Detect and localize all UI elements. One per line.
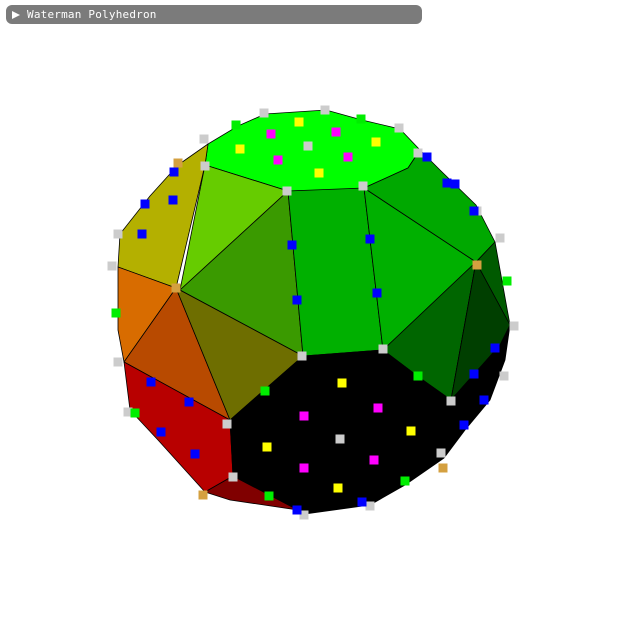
vertex-marker-blue xyxy=(459,420,469,430)
vertex-marker-magenta xyxy=(266,129,276,139)
vertex-marker-grey xyxy=(378,344,388,354)
vertex-marker-magenta xyxy=(299,463,309,473)
vertex-marker-green xyxy=(260,386,270,396)
vertex-marker-green xyxy=(111,308,121,318)
vertex-marker-grey xyxy=(113,229,123,239)
vertex-marker-blue xyxy=(184,397,194,407)
vertex-marker-tan xyxy=(198,490,208,500)
vertex-marker-grey xyxy=(107,261,117,271)
vertex-marker-blue xyxy=(190,449,200,459)
vertex-marker-blue xyxy=(292,295,302,305)
vertex-marker-blue xyxy=(442,178,452,188)
vertex-marker-yellow xyxy=(262,442,272,452)
vertex-marker-green xyxy=(413,371,423,381)
vertex-marker-magenta xyxy=(273,155,283,165)
vertex-marker-blue xyxy=(357,497,367,507)
vertex-marker-blue xyxy=(365,234,375,244)
vertex-marker-blue xyxy=(140,199,150,209)
vertex-marker-grey xyxy=(413,148,423,158)
vertex-marker-grey xyxy=(358,181,368,191)
vertex-marker-grey xyxy=(303,141,313,151)
vertex-marker-grey xyxy=(335,434,345,444)
vertex-marker-tan xyxy=(472,260,482,270)
vertex-marker-yellow xyxy=(314,168,324,178)
vertex-marker-blue xyxy=(422,152,432,162)
vertex-marker-grey xyxy=(199,134,209,144)
vertex-marker-blue xyxy=(469,206,479,216)
vertex-marker-grey xyxy=(113,357,123,367)
vertex-marker-green xyxy=(356,114,366,124)
vertex-marker-grey xyxy=(509,321,519,331)
vertex-marker-tan xyxy=(438,463,448,473)
vertex-marker-blue xyxy=(156,427,166,437)
vertex-marker-yellow xyxy=(333,483,343,493)
vertex-marker-blue xyxy=(479,395,489,405)
vertex-marker-blue xyxy=(292,505,302,515)
vertex-marker-grey xyxy=(222,419,232,429)
vertex-marker-yellow xyxy=(235,144,245,154)
vertex-marker-grey xyxy=(495,233,505,243)
vertex-marker-magenta xyxy=(331,127,341,137)
vertex-marker-yellow xyxy=(294,117,304,127)
vertex-marker-green xyxy=(130,408,140,418)
vertex-marker-tan xyxy=(171,283,181,293)
vertex-marker-blue xyxy=(490,343,500,353)
vertex-marker-grey xyxy=(259,108,269,118)
vertex-marker-magenta xyxy=(343,152,353,162)
vertex-marker-grey xyxy=(365,501,375,511)
vertex-marker-blue xyxy=(169,167,179,177)
vertex-marker-blue xyxy=(168,195,178,205)
vertex-marker-grey xyxy=(436,448,446,458)
vertex-marker-grey xyxy=(446,396,456,406)
vertex-marker-grey xyxy=(228,472,238,482)
vertex-marker-magenta xyxy=(369,455,379,465)
vertex-marker-yellow xyxy=(406,426,416,436)
vertex-marker-grey xyxy=(200,161,210,171)
vertex-marker-blue xyxy=(287,240,297,250)
vertex-marker-grey xyxy=(320,105,330,115)
vertex-marker-blue xyxy=(450,179,460,189)
vertex-marker-grey xyxy=(282,186,292,196)
vertex-marker-green xyxy=(400,476,410,486)
vertex-marker-yellow xyxy=(371,137,381,147)
vertex-marker-blue xyxy=(146,377,156,387)
vertex-marker-tan xyxy=(173,158,183,168)
vertex-marker-yellow xyxy=(337,378,347,388)
polyhedron-viewport[interactable] xyxy=(0,0,620,620)
vertex-marker-magenta xyxy=(373,403,383,413)
vertex-marker-grey xyxy=(297,351,307,361)
vertex-marker-magenta xyxy=(299,411,309,421)
vertex-marker-blue xyxy=(469,369,479,379)
vertex-marker-green xyxy=(231,120,241,130)
vertex-marker-green xyxy=(502,276,512,286)
vertex-marker-green xyxy=(264,491,274,501)
vertex-marker-blue xyxy=(137,229,147,239)
vertex-marker-grey xyxy=(499,371,509,381)
vertex-marker-blue xyxy=(372,288,382,298)
vertex-marker-grey xyxy=(394,123,404,133)
